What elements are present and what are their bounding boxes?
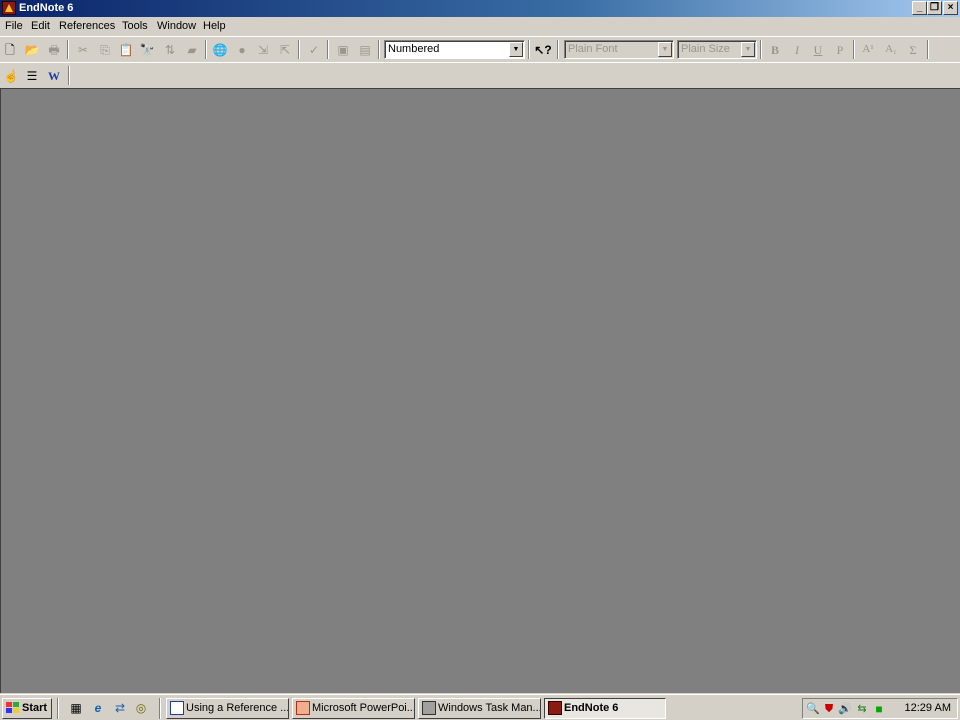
- connect-icon[interactable]: 🌐: [210, 40, 230, 59]
- cut-icon[interactable]: ✂: [73, 40, 93, 59]
- menu-bar: File Edit References Tools Window Help: [0, 17, 960, 36]
- size-select-value: Plain Size: [681, 43, 730, 55]
- toolbar-separator: [853, 40, 855, 59]
- task-button-task-manager[interactable]: Windows Task Man...: [418, 698, 541, 719]
- title-bar[interactable]: EndNote 6 _ ❐ ×: [0, 0, 960, 17]
- toolbar-separator: [378, 40, 380, 59]
- format-bibliography-icon[interactable]: ☰: [22, 66, 42, 85]
- chevron-down-icon[interactable]: ▼: [741, 42, 755, 57]
- powerpoint-icon: [296, 701, 310, 715]
- insert-picture-icon[interactable]: ▣: [333, 40, 353, 59]
- subscript-icon[interactable]: A₁: [881, 40, 901, 59]
- toolbar-separator: [760, 40, 762, 59]
- spellcheck-icon[interactable]: ✓: [304, 40, 324, 59]
- close-icon[interactable]: ×: [943, 1, 958, 15]
- show-desktop-icon[interactable]: ▦: [68, 700, 84, 716]
- internet-explorer-icon[interactable]: e: [90, 700, 106, 716]
- toolbar-separator: [67, 40, 69, 59]
- menu-edit[interactable]: Edit: [29, 19, 52, 34]
- toolbar-separator: [557, 40, 559, 59]
- toolbar-separator: [528, 40, 530, 59]
- main-toolbar: 🗋 📂 🖶 ✂ ⎘ 📋 🔭 ⇅ ▰ 🌐 ● ⇲ ⇱ ✓ ▣ ▤ Numbered…: [0, 36, 960, 62]
- task-button-endnote[interactable]: EndNote 6: [544, 698, 666, 719]
- sort-icon[interactable]: ⇅: [160, 40, 180, 59]
- endnote-app-icon[interactable]: [2, 1, 16, 15]
- taskbar-separator: [57, 698, 59, 719]
- underline-icon[interactable]: U: [808, 40, 828, 59]
- start-label: Start: [22, 702, 48, 714]
- volume-icon[interactable]: 🔊: [838, 702, 852, 716]
- find-icon[interactable]: 🔭: [137, 40, 157, 59]
- menu-help[interactable]: Help: [201, 19, 228, 34]
- task-button-word[interactable]: Using a Reference ...: [166, 698, 289, 719]
- magnifier-icon[interactable]: 🔍: [806, 702, 820, 716]
- taskbar-separator: [159, 698, 161, 719]
- task-label: Using a Reference ...: [186, 702, 289, 714]
- symbol-icon[interactable]: Σ: [903, 40, 923, 59]
- media-icon[interactable]: ◎: [133, 700, 149, 716]
- task-button-powerpoint[interactable]: Microsoft PowerPoi...: [292, 698, 415, 719]
- size-select[interactable]: Plain Size ▼: [677, 40, 757, 59]
- toolbar-separator: [927, 40, 929, 59]
- copy-icon[interactable]: ⎘: [95, 40, 115, 59]
- menu-file[interactable]: File: [3, 19, 25, 34]
- menu-references[interactable]: References: [57, 19, 117, 34]
- superscript-icon[interactable]: A¹: [858, 40, 878, 59]
- windows-logo-icon: [6, 702, 20, 714]
- insert-object-icon[interactable]: ▤: [355, 40, 375, 59]
- plain-icon[interactable]: P: [830, 40, 850, 59]
- start-button[interactable]: Start: [2, 698, 52, 719]
- minimize-icon[interactable]: _: [912, 1, 927, 15]
- paste-icon[interactable]: 📋: [116, 40, 136, 59]
- endnote-task-icon: [548, 701, 562, 715]
- font-select[interactable]: Plain Font ▼: [564, 40, 674, 59]
- shield-icon[interactable]: ⛊: [822, 702, 836, 716]
- toolbar-separator: [327, 40, 329, 59]
- task-label: Windows Task Man...: [438, 702, 541, 714]
- context-help-icon[interactable]: ↖?: [533, 40, 553, 59]
- task-label: EndNote 6: [564, 702, 619, 714]
- network-tray-icon[interactable]: ⇆: [855, 702, 869, 716]
- output-style-value: Numbered: [388, 43, 440, 55]
- toolbar-separator: [298, 40, 300, 59]
- window-title: EndNote 6: [19, 2, 74, 14]
- new-icon[interactable]: 🗋: [0, 40, 20, 59]
- bold-icon[interactable]: B: [765, 40, 785, 59]
- output-style-select[interactable]: Numbered ▼: [384, 40, 525, 59]
- menu-window[interactable]: Window: [155, 19, 198, 34]
- menu-tools[interactable]: Tools: [120, 19, 150, 34]
- open-icon[interactable]: 📂: [22, 40, 42, 59]
- word-link-icon[interactable]: W: [44, 66, 64, 85]
- system-tray: 🔍 ⛊ 🔊 ⇆ ■ 12:29 AM: [802, 698, 958, 719]
- taskbar: Start ▦ e ⇄ ◎ Using a Reference ... Micr…: [0, 694, 960, 720]
- chevron-down-icon[interactable]: ▼: [509, 42, 523, 57]
- chevron-down-icon[interactable]: ▼: [658, 42, 672, 57]
- mdi-workspace[interactable]: [0, 88, 960, 693]
- import-icon[interactable]: ⇲: [253, 40, 273, 59]
- online-search-icon[interactable]: ●: [232, 40, 252, 59]
- insert-citation-icon[interactable]: ☝: [1, 66, 21, 85]
- word-toolbar: ☝ ☰ W: [0, 62, 960, 88]
- task-label: Microsoft PowerPoi...: [312, 702, 415, 714]
- toolbar-separator: [68, 66, 70, 85]
- task-manager-icon: [422, 701, 436, 715]
- clock[interactable]: 12:29 AM: [905, 702, 951, 715]
- status-icon[interactable]: ■: [872, 702, 886, 716]
- word-doc-icon: [170, 701, 184, 715]
- print-icon[interactable]: 🖶: [44, 40, 64, 59]
- library-icon[interactable]: ▰: [182, 40, 202, 59]
- italic-icon[interactable]: I: [787, 40, 807, 59]
- toolbar-separator: [205, 40, 207, 59]
- network-icon[interactable]: ⇄: [112, 700, 128, 716]
- export-icon[interactable]: ⇱: [275, 40, 295, 59]
- restore-icon[interactable]: ❐: [927, 1, 942, 15]
- font-select-value: Plain Font: [568, 43, 618, 55]
